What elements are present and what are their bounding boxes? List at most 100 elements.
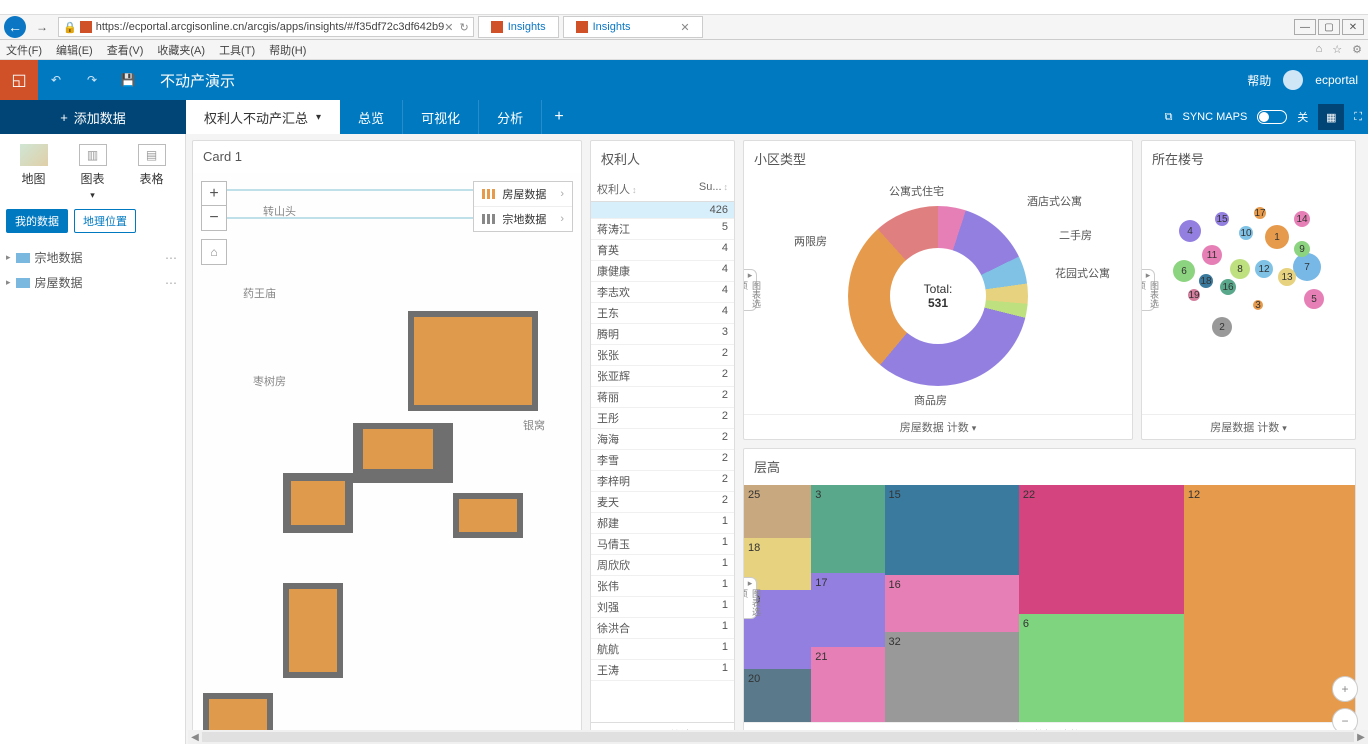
dataset-item[interactable]: ▸宗地数据⋯	[0, 245, 185, 270]
chevron-down-icon[interactable]: ▾	[316, 112, 321, 123]
result-type-table[interactable]: ▤表格	[135, 144, 169, 201]
table-body[interactable]: 426蒋涛江5育英4康健康4李志欢4王东4腾明3张张2张亚辉2蒋丽2王彤2海海2…	[591, 202, 734, 722]
pill-my-data[interactable]: 我的数据	[6, 209, 68, 233]
table-row[interactable]: 张张2	[591, 345, 734, 366]
map-body[interactable]: + − ⌂ 房屋数据› 宗地数据› 转山头 药王庙 枣树房 银窝	[193, 173, 581, 744]
bubble[interactable]: 11	[1202, 245, 1222, 265]
card-bubble[interactable]: 所在楼号 ▸图表选项 71468111213141517101618195923…	[1141, 140, 1356, 440]
tree-cell[interactable]: 16	[885, 575, 1019, 632]
table-row[interactable]: 王东4	[591, 303, 734, 324]
map-feature[interactable]	[283, 583, 343, 678]
back-button[interactable]: ←	[4, 16, 26, 38]
bubble[interactable]: 6	[1173, 260, 1195, 282]
table-row[interactable]: 航航1	[591, 639, 734, 660]
card-title[interactable]: Card 1	[193, 141, 581, 173]
page-tab-active[interactable]: 权利人不动产汇总 ▾	[186, 100, 340, 134]
view-tab-visualize[interactable]: 可视化	[403, 100, 479, 134]
bubble[interactable]: 7	[1293, 253, 1321, 281]
favorite-icon[interactable]: ☆	[1332, 43, 1342, 56]
save-button[interactable]: 💾	[110, 60, 146, 100]
horizontal-scrollbar[interactable]: ◀▶	[188, 730, 1368, 744]
bubble[interactable]: 16	[1220, 279, 1236, 295]
table-row[interactable]: 育英4	[591, 240, 734, 261]
app-logo[interactable]: ◱	[0, 60, 38, 100]
tree-cell[interactable]: 25	[744, 485, 811, 538]
col-header[interactable]: 权利人↕	[597, 181, 699, 197]
table-row[interactable]: 张伟1	[591, 576, 734, 597]
pill-geo[interactable]: 地理位置	[74, 209, 136, 233]
donut-chart[interactable]: Total: 531	[848, 206, 1028, 386]
table-row[interactable]: 张亚辉2	[591, 366, 734, 387]
tree-cell[interactable]: 15	[885, 485, 1019, 575]
result-type-chart[interactable]: ▥图表▾	[76, 144, 110, 201]
help-link[interactable]: 帮助	[1247, 72, 1271, 89]
tree-cell[interactable]: 17	[811, 573, 884, 648]
tree-cell[interactable]: 6	[1019, 614, 1184, 722]
copy-icon[interactable]: ⧉	[1165, 111, 1173, 124]
table-row[interactable]: 马倩玉1	[591, 534, 734, 555]
stop-icon[interactable]: ✕	[444, 21, 453, 34]
maximize-button[interactable]: ▢	[1318, 19, 1340, 35]
more-icon[interactable]: ⋯	[165, 276, 179, 290]
sync-maps-toggle[interactable]	[1257, 110, 1287, 124]
view-tab-overview[interactable]: 总览	[340, 100, 403, 134]
map-feature[interactable]	[283, 473, 353, 533]
add-data-button[interactable]: + 添加数据	[0, 100, 186, 134]
bubble[interactable]: 8	[1230, 259, 1250, 279]
treemap-body[interactable]: 25 18 30 20 3 17 21 15 16 32	[744, 485, 1355, 722]
home-extent-button[interactable]: ⌂	[201, 239, 227, 265]
table-row[interactable]: 徐洪合1	[591, 618, 734, 639]
col-header[interactable]: Su...↕	[699, 181, 728, 197]
settings-icon[interactable]: ⚙	[1352, 43, 1362, 56]
bubble-body[interactable]: 71468111213141517101618195923	[1142, 177, 1355, 414]
table-row[interactable]: 周欣欣1	[591, 555, 734, 576]
table-row[interactable]: 刘强1	[591, 597, 734, 618]
table-row[interactable]: 郝建1	[591, 513, 734, 534]
card-map[interactable]: Card 1 + − ⌂ 房屋数据› 宗地数据› 转山头 药王庙 枣树房 银	[192, 140, 582, 744]
card-footer[interactable]: 房屋数据 计数▾	[1142, 414, 1355, 439]
table-row[interactable]: 海海2	[591, 429, 734, 450]
url-bar[interactable]: 🔒 https://ecportal.arcgisonline.cn/arcgi…	[58, 17, 474, 37]
fullscreen-icon[interactable]: ⛶	[1354, 111, 1362, 124]
menu-file[interactable]: 文件(F)	[6, 42, 42, 58]
browser-tab-2[interactable]: Insights ✕	[563, 16, 703, 38]
bubble[interactable]: 4	[1179, 220, 1201, 242]
add-page-button[interactable]: +	[542, 100, 576, 134]
table-row[interactable]: 康健康4	[591, 261, 734, 282]
bubble[interactable]: 9	[1294, 241, 1310, 257]
map-feature[interactable]	[453, 493, 523, 538]
menu-help[interactable]: 帮助(H)	[269, 42, 306, 58]
map-feature[interactable]	[353, 423, 453, 483]
card-treemap[interactable]: 层高 ▸图表选项 25 18 30 20 3 17 21 15	[743, 448, 1356, 744]
menu-tools[interactable]: 工具(T)	[219, 42, 255, 58]
close-tab-icon[interactable]: ✕	[680, 21, 689, 34]
minimize-button[interactable]: —	[1294, 19, 1316, 35]
forward-button[interactable]: →	[30, 17, 54, 37]
tree-cell[interactable]: 12	[1184, 485, 1355, 722]
dataset-item[interactable]: ▸房屋数据⋯	[0, 270, 185, 295]
expand-handle[interactable]: ▸图表选项	[743, 577, 757, 619]
bubble[interactable]: 3	[1253, 300, 1263, 310]
map-legend[interactable]: 房屋数据› 宗地数据›	[473, 181, 573, 232]
tree-cell[interactable]: 21	[811, 647, 884, 722]
bubble[interactable]: 13	[1278, 268, 1296, 286]
canvas-zoom-in[interactable]: +	[1332, 676, 1358, 702]
table-row[interactable]: 李梓明2	[591, 471, 734, 492]
more-icon[interactable]: ⋯	[165, 251, 179, 265]
map-feature[interactable]	[408, 311, 538, 411]
pie-body[interactable]: Total: 531 公寓式住宅 酒店式公寓 二手房 花园式公寓 商品房 两限房	[744, 177, 1132, 414]
tree-cell[interactable]: 32	[885, 632, 1019, 722]
refresh-icon[interactable]: ↻	[459, 21, 468, 34]
menu-edit[interactable]: 编辑(E)	[56, 42, 93, 58]
bubble[interactable]: 12	[1255, 260, 1273, 278]
result-type-map[interactable]: 地图	[17, 144, 51, 201]
grid-view-button[interactable]: ▦	[1318, 104, 1344, 130]
table-row[interactable]: 426	[591, 202, 734, 219]
workbook-title[interactable]: 不动产演示	[160, 70, 235, 91]
menu-view[interactable]: 查看(V)	[107, 42, 144, 58]
tree-cell[interactable]: 20	[744, 669, 811, 722]
table-row[interactable]: 王彤2	[591, 408, 734, 429]
bubble[interactable]: 1	[1265, 225, 1289, 249]
card-pie[interactable]: 小区类型 ▸图表选项 Total: 531 公寓式住宅 酒店式公寓 二手房 花园…	[743, 140, 1133, 440]
bubble[interactable]: 10	[1239, 226, 1253, 240]
